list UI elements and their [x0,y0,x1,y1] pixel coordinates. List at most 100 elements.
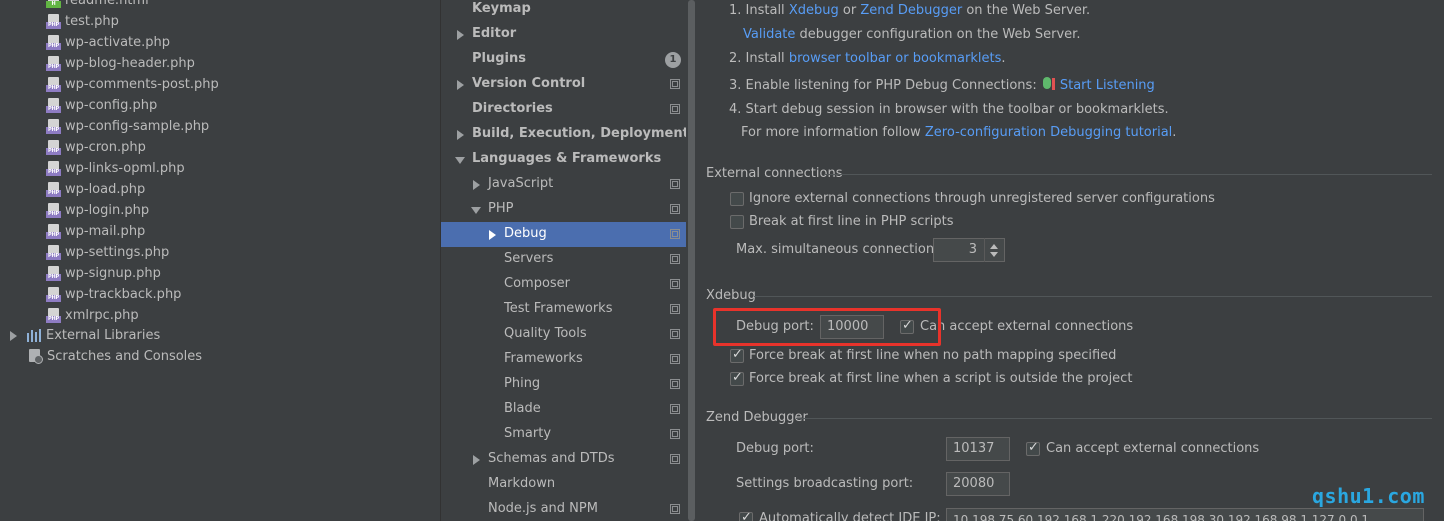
project-file-item[interactable]: PHP wp-config.php [46,95,157,116]
php-file-icon: PHP [46,34,61,51]
settings-node[interactable]: Plugins 1 [441,47,695,72]
settings-node[interactable]: Editor [441,22,695,47]
project-file-item[interactable]: PHP wp-login.php [46,200,149,221]
step-2-text: 2. Install [729,51,785,66]
project-file-item[interactable]: PHP wp-settings.php [46,242,169,263]
settings-node[interactable]: Frameworks [441,347,695,372]
settings-node[interactable]: PHP [441,197,695,222]
expand-arrow-icon[interactable] [471,179,481,191]
project-file-label: wp-blog-header.php [65,56,195,71]
expand-arrow-icon[interactable] [455,29,465,41]
project-file-item[interactable]: Hreadme.html [46,0,149,11]
settings-node[interactable]: Node.js and NPM [441,497,695,521]
settings-node[interactable]: Keymap [441,0,695,22]
project-file-item[interactable]: PHP wp-load.php [46,179,145,200]
xdebug-accept-external-label: Can accept external connections [920,319,1134,334]
settings-node[interactable]: Build, Execution, Deployment [441,122,695,147]
project-file-item[interactable]: PHP wp-mail.php [46,221,145,242]
project-file-item[interactable]: PHP wp-blog-header.php [46,53,195,74]
debug-settings-panel: 1. Install Xdebug or Zend Debugger on th… [696,0,1444,521]
xdebug-title: Xdebug [706,288,756,303]
project-level-icon [670,429,680,439]
settings-node[interactable]: Smarty [441,422,695,447]
collapse-arrow-icon[interactable] [471,204,481,216]
settings-tree-scrollbar[interactable] [686,0,696,521]
settings-node[interactable]: JavaScript [441,172,695,197]
settings-node-label: Quality Tools [504,326,587,341]
expand-arrow-icon[interactable] [10,330,17,341]
validate-link[interactable]: Validate [743,27,795,42]
xdebug-link[interactable]: Xdebug [789,3,839,18]
browser-toolbar-link[interactable]: browser toolbar or bookmarklets [789,51,1002,66]
ignore-external-label: Ignore external connections through unre… [749,191,1215,206]
auto-detect-ip-label: Automatically detect IDE IP: [759,511,941,521]
annotation-highlight-box [713,308,941,346]
project-file-item[interactable]: PHP wp-links-opml.php [46,158,185,179]
project-file-item[interactable]: PHP test.php [46,11,119,32]
project-file-label: xmlrpc.php [65,308,139,323]
settings-node[interactable]: Directories [441,97,695,122]
project-level-icon [670,354,680,364]
settings-node[interactable]: Markdown [441,472,695,497]
spinner-down-icon[interactable] [990,252,998,257]
start-listening-link[interactable]: Start Listening [1060,78,1155,93]
settings-node[interactable]: Debug [441,222,695,247]
project-level-icon [670,454,680,464]
collapse-arrow-icon[interactable] [455,154,465,166]
settings-node[interactable]: Blade [441,397,695,422]
project-file-item[interactable]: PHP wp-comments-post.php [46,74,219,95]
settings-node[interactable]: Test Frameworks [441,297,695,322]
scratches-node[interactable]: Scratches and Consoles [28,346,202,367]
php-file-icon: PHP [46,244,61,261]
zend-debugger-title: Zend Debugger [706,410,808,425]
zend-debugger-link[interactable]: Zend Debugger [860,3,962,18]
broadcast-port-input[interactable]: 20080 [946,472,1010,496]
project-level-icon [670,79,680,89]
zend-port-label: Debug port: [736,441,814,456]
step-3: 3. Enable listening for PHP Debug Connec… [729,76,1155,93]
auto-detect-ip-checkbox[interactable] [739,510,753,521]
start-listening-icon[interactable] [1041,76,1057,92]
expand-arrow-icon[interactable] [487,229,497,241]
project-level-icon [670,104,680,114]
project-file-item[interactable]: PHP wp-trackback.php [46,284,181,305]
scrollbar-thumb[interactable] [688,0,695,521]
expand-arrow-icon[interactable] [471,454,481,466]
project-level-icon [670,504,680,514]
zend-accept-external-checkbox[interactable] [1026,440,1040,456]
zero-config-tutorial-link[interactable]: Zero-configuration Debugging tutorial [925,125,1172,140]
project-file-item[interactable]: PHP wp-signup.php [46,263,161,284]
settings-node[interactable]: Phing [441,372,695,397]
more-info-text: For more information follow [741,125,921,140]
external-connections-title: External connections [706,166,843,181]
settings-node[interactable]: Version Control [441,72,695,97]
settings-node[interactable]: Composer [441,272,695,297]
spinner-up-icon[interactable] [990,244,998,249]
ide-ip-input[interactable]: 10.198.75.60,192.168.1.220,192.168.198.3… [946,508,1424,521]
php-file-icon: PHP [46,55,61,72]
project-tree: Hreadme.html PHP test.php PHP wp-activate.ph… [0,0,440,521]
ignore-external-checkbox[interactable] [730,192,744,206]
zend-port-input[interactable]: 10137 [946,437,1010,461]
external-libraries-node[interactable]: External Libraries [10,325,160,346]
expand-arrow-icon[interactable] [455,129,465,141]
project-file-item[interactable]: PHP wp-cron.php [46,137,146,158]
project-file-item[interactable]: PHP wp-activate.php [46,32,170,53]
settings-node-label: Frameworks [504,351,583,366]
force-break-outside-checkbox[interactable] [730,370,744,386]
settings-node[interactable]: Languages & Frameworks [441,147,695,172]
step-1-text: 1. Install [729,3,785,18]
project-file-label: wp-mail.php [65,224,146,239]
spinner-buttons[interactable] [984,238,1004,262]
scratches-label: Scratches and Consoles [47,349,203,364]
settings-node[interactable]: Schemas and DTDs [441,447,695,472]
project-level-icon [670,304,680,314]
expand-arrow-icon[interactable] [455,79,465,91]
settings-node[interactable]: Servers [441,247,695,272]
break-first-line-checkbox[interactable] [730,215,744,229]
project-file-item[interactable]: PHP wp-config-sample.php [46,116,209,137]
settings-node[interactable]: Quality Tools [441,322,695,347]
project-file-label: wp-config-sample.php [65,119,210,134]
force-break-no-mapping-checkbox[interactable] [730,347,744,363]
project-file-item[interactable]: PHP xmlrpc.php [46,305,139,326]
